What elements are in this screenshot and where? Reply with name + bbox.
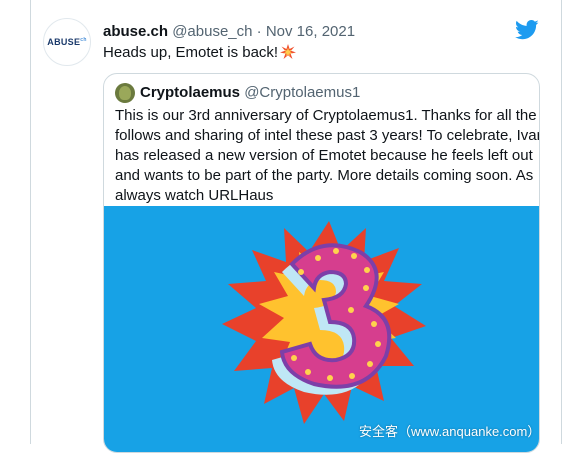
twitter-bird-icon[interactable] [515, 20, 539, 40]
quoted-text: This is our 3rd anniversary of Cryptolae… [115, 106, 540, 206]
quoted-display-name[interactable]: Cryptolaemus [140, 84, 240, 101]
tweet-body: Heads up, Emotet is back! [103, 44, 279, 61]
quoted-handle[interactable]: @Cryptolaemus1 [244, 84, 360, 101]
tweet-card[interactable]: ABUSEch abuse.ch @abuse_ch · Nov 16, 202… [30, 0, 562, 453]
quoted-text-line: always watch URLHaus [115, 187, 274, 204]
separator: · [256, 23, 262, 40]
tweet-text: Heads up, Emotet is back! [103, 43, 297, 63]
quoted-tweet[interactable]: Cryptolaemus @Cryptolaemus1 This is our … [103, 73, 540, 453]
handle[interactable]: @abuse_ch [172, 23, 252, 40]
quoted-text-line: follows and sharing of intel these past … [115, 127, 540, 144]
quoted-media-image[interactable]: 安全客（www.anquanke.com） [104, 206, 540, 452]
quoted-text-line: and wants to be part of the party. More … [115, 167, 534, 184]
watermark-text: 安全客（www.anquanke.com） [359, 424, 540, 439]
tweet-date[interactable]: Nov 16, 2021 [266, 23, 355, 40]
avatar-logo: ABUSEch [47, 37, 87, 47]
quoted-text-line: has released a new version of Emotet bec… [115, 147, 533, 164]
anniversary-3-illustration [222, 221, 426, 424]
tweet-header: abuse.ch @abuse_ch · Nov 16, 2021 [103, 22, 355, 42]
quoted-text-line: This is our 3rd anniversary of Cryptolae… [115, 107, 537, 124]
display-name[interactable]: abuse.ch [103, 23, 168, 40]
quoted-header: Cryptolaemus @Cryptolaemus1 [140, 83, 360, 103]
avatar[interactable]: ABUSEch [43, 18, 91, 66]
collision-emoji-icon [280, 44, 297, 59]
quoted-avatar[interactable] [115, 83, 135, 103]
